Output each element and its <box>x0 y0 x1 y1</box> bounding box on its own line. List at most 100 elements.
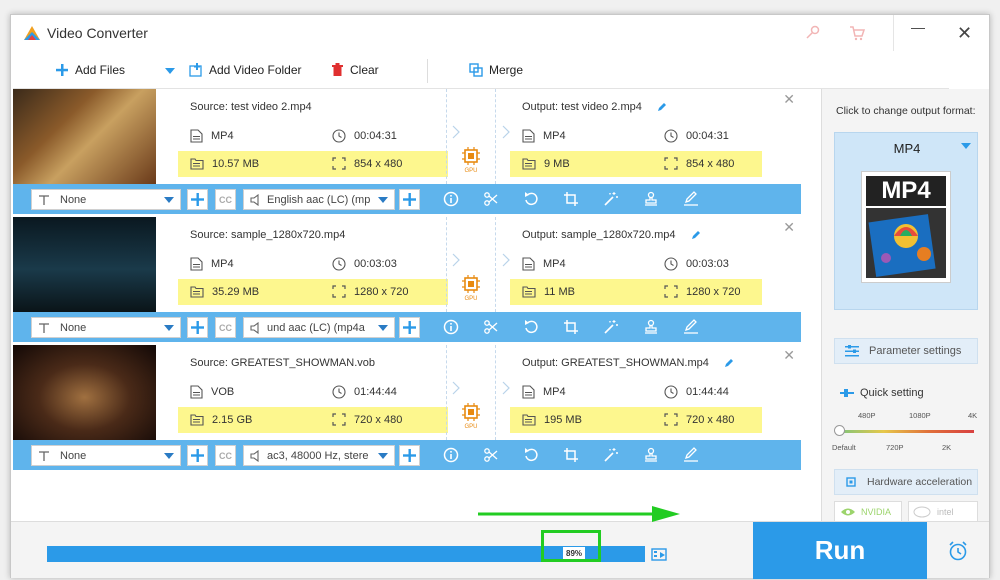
add-audio-button[interactable] <box>399 445 420 466</box>
resolution-icon <box>664 285 678 298</box>
source-resolution: 720 x 480 <box>332 413 402 426</box>
scissors-icon[interactable] <box>483 319 499 335</box>
video-thumbnail[interactable] <box>13 217 156 312</box>
parameter-settings-button[interactable]: Parameter settings <box>834 338 978 364</box>
watermark-stamp-icon[interactable] <box>643 319 659 335</box>
info-icon[interactable] <box>443 447 459 463</box>
crop-icon[interactable] <box>563 191 579 207</box>
cart-icon[interactable] <box>849 25 865 41</box>
clear-button[interactable]: Clear <box>331 63 379 77</box>
progress-fill <box>47 546 580 562</box>
magic-wand-icon[interactable] <box>603 319 619 335</box>
info-icon[interactable] <box>443 319 459 335</box>
source-format: VOB <box>190 385 234 399</box>
source-size: 2.15 GB <box>190 413 252 426</box>
crop-icon[interactable] <box>563 319 579 335</box>
edit-pencil-icon[interactable] <box>690 229 702 241</box>
output-filename-row: Output: GREATEST_SHOWMAN.mp4 <box>522 357 735 369</box>
cc-icon: CC <box>219 194 232 205</box>
merge-label: Merge <box>489 63 524 77</box>
text-t-icon <box>39 322 49 333</box>
cc-subtitle-button[interactable]: CC <box>215 317 236 338</box>
intel-toggle[interactable]: intel <box>908 501 978 523</box>
output-resolution: 854 x 480 <box>664 157 734 170</box>
output-folder-icon[interactable] <box>651 547 669 561</box>
gpu-label: GPU <box>464 296 478 302</box>
minimize-button[interactable]: — <box>911 19 925 35</box>
resolution-icon <box>664 157 678 170</box>
add-subtitle-button[interactable] <box>187 189 208 210</box>
chevron-down-icon <box>164 453 174 459</box>
edit-pencil-icon[interactable] <box>656 101 668 113</box>
plus-icon <box>191 321 204 334</box>
video-thumbnail[interactable] <box>13 345 156 440</box>
app-logo-icon <box>24 26 40 40</box>
remove-item-button[interactable]: ✕ <box>783 347 795 364</box>
add-video-folder-label: Add Video Folder <box>209 63 302 77</box>
add-audio-button[interactable] <box>399 317 420 338</box>
edit-subtitle-icon[interactable] <box>683 191 699 207</box>
scissors-icon[interactable] <box>483 191 499 207</box>
tick-4k: 4K <box>968 411 978 420</box>
quality-slider[interactable]: 480P 1080P 4K Default 720P 2K <box>822 411 990 456</box>
file-size-icon <box>190 286 204 298</box>
output-filename: Output: test video 2.mp4 <box>522 101 642 113</box>
subtitle-select[interactable]: None <box>31 189 181 210</box>
output-format: MP4 <box>522 257 566 271</box>
video-thumbnail[interactable] <box>13 89 156 184</box>
rotate-icon[interactable] <box>523 447 539 463</box>
resolution-icon <box>332 285 346 298</box>
cc-subtitle-button[interactable]: CC <box>215 445 236 466</box>
chevron-down-icon <box>164 325 174 331</box>
crop-icon[interactable] <box>563 447 579 463</box>
rotate-icon[interactable] <box>523 319 539 335</box>
edit-subtitle-icon[interactable] <box>683 319 699 335</box>
add-subtitle-button[interactable] <box>187 317 208 338</box>
clock-icon <box>332 385 346 399</box>
add-subtitle-button[interactable] <box>187 445 208 466</box>
item-toolbar: None CC und aac (LC) (mp4a <box>13 312 801 342</box>
add-audio-button[interactable] <box>399 189 420 210</box>
audio-track-select[interactable]: und aac (LC) (mp4a <box>243 317 395 338</box>
chevron-down-icon <box>961 143 971 149</box>
audio-track-select[interactable]: ac3, 48000 Hz, stere <box>243 445 395 466</box>
edit-subtitle-icon[interactable] <box>683 447 699 463</box>
source-format: MP4 <box>190 129 234 143</box>
magic-wand-icon[interactable] <box>603 191 619 207</box>
subtitle-select[interactable]: None <box>31 445 181 466</box>
add-files-button[interactable]: Add Files <box>55 63 125 77</box>
subtitle-select[interactable]: None <box>31 317 181 338</box>
text-t-icon <box>39 194 49 205</box>
close-button[interactable]: ✕ <box>957 23 972 44</box>
plus-icon <box>403 449 416 462</box>
cc-subtitle-button[interactable]: CC <box>215 189 236 210</box>
alarm-clock-icon[interactable] <box>947 540 969 562</box>
plus-icon <box>403 321 416 334</box>
add-video-folder-button[interactable]: Add Video Folder <box>189 63 302 77</box>
chevron-right-icon <box>502 125 510 139</box>
remove-item-button[interactable]: ✕ <box>783 219 795 236</box>
edit-pencil-icon[interactable] <box>723 357 735 369</box>
magic-wand-icon[interactable] <box>603 447 619 463</box>
output-duration: 00:03:03 <box>664 257 729 271</box>
audio-track-select[interactable]: English aac (LC) (mp <box>243 189 395 210</box>
clock-icon <box>664 129 678 143</box>
info-icon[interactable] <box>443 191 459 207</box>
annotation-highlight-box <box>541 530 601 562</box>
chevron-down-icon[interactable] <box>165 68 175 75</box>
merge-button[interactable]: Merge <box>469 63 523 77</box>
rotate-icon[interactable] <box>523 191 539 207</box>
slider-handle[interactable] <box>834 425 845 436</box>
output-format-selector[interactable]: MP4 MP4 <box>834 132 978 310</box>
hardware-acceleration-button[interactable]: Hardware acceleration <box>834 469 978 495</box>
nvidia-toggle[interactable]: NVIDIA <box>834 501 902 523</box>
file-item[interactable]: Source: sample_1280x720.mp4 Output: samp… <box>13 217 801 345</box>
key-icon[interactable] <box>805 25 821 41</box>
file-item[interactable]: Source: test video 2.mp4 Output: test vi… <box>13 89 801 217</box>
remove-item-button[interactable]: ✕ <box>783 91 795 108</box>
run-button[interactable]: Run <box>753 522 927 579</box>
watermark-stamp-icon[interactable] <box>643 447 659 463</box>
watermark-stamp-icon[interactable] <box>643 191 659 207</box>
scissors-icon[interactable] <box>483 447 499 463</box>
file-item[interactable]: Source: GREATEST_SHOWMAN.vob Output: GRE… <box>13 345 801 473</box>
